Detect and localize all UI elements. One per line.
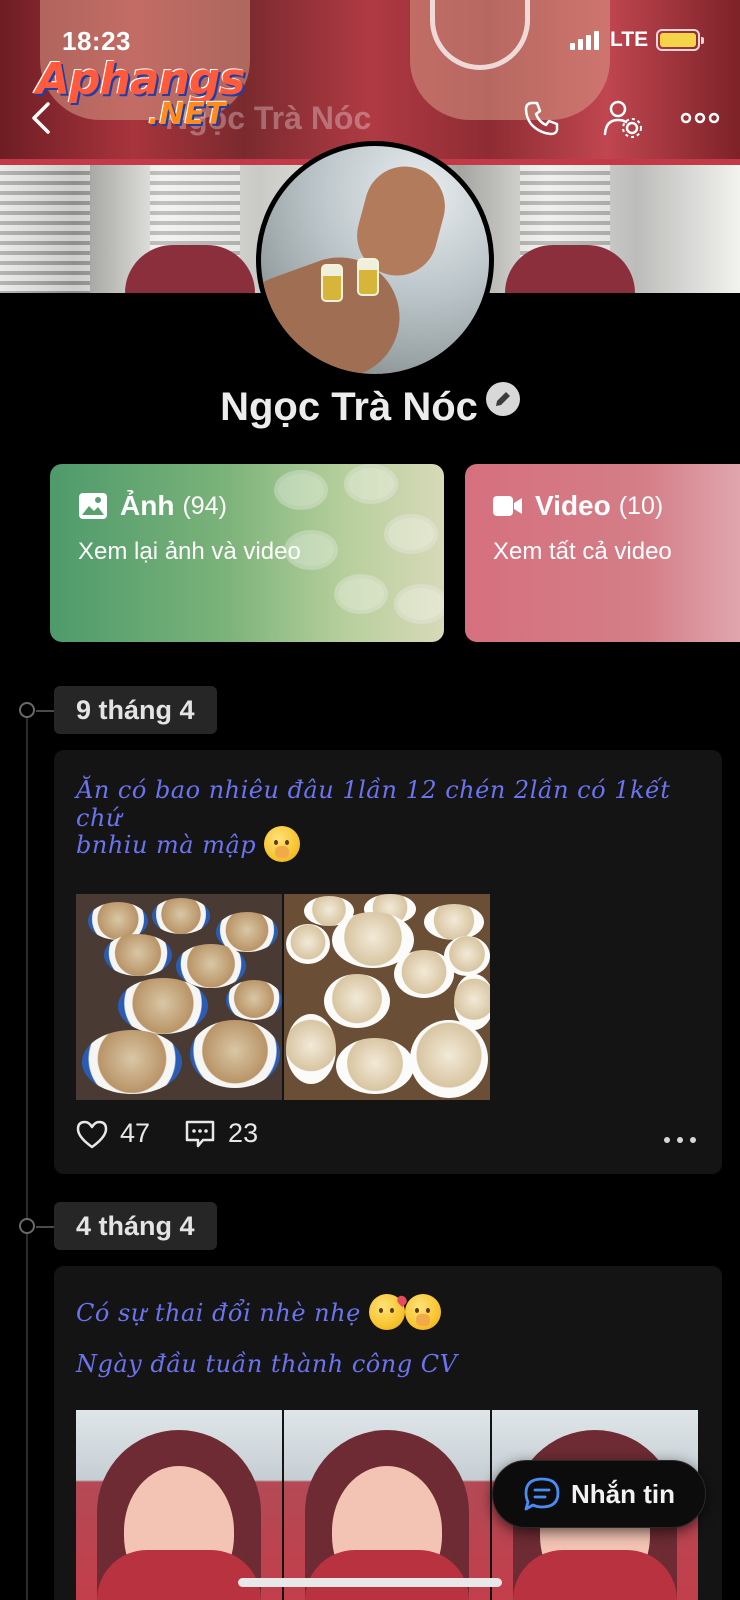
avatar-vial-shape (357, 258, 379, 296)
post-photo[interactable] (284, 1410, 490, 1600)
post-actions: 47 23 (76, 1118, 292, 1149)
post-text-line: Ăn có bao nhiêu đâu 1lần 12 chén 2lần có… (76, 776, 671, 832)
videos-card-count: (10) (618, 491, 664, 520)
timeline-dot (19, 702, 35, 718)
videos-card-header: Video (10) (493, 490, 663, 522)
post-text-line: bnhiu mà mập (76, 831, 257, 859)
video-camera-icon (493, 496, 522, 516)
window-blind (0, 165, 90, 293)
photos-card-subtitle: Xem lại ảnh và video (78, 538, 301, 565)
profile-settings-button[interactable] (602, 98, 642, 138)
comment-count: 23 (228, 1118, 259, 1148)
shirt-shape (512, 1550, 678, 1600)
back-button[interactable] (26, 96, 62, 140)
send-message-button[interactable]: Nhắn tin (492, 1460, 706, 1528)
timeline-line (26, 712, 28, 1600)
more-horizontal-icon (664, 1137, 696, 1143)
photos-card-header: Ảnh (94) (78, 490, 227, 522)
post-text-line: Ngày đầu tuần thành công CV (76, 1350, 458, 1378)
photos-card[interactable]: Ảnh (94) Xem lại ảnh và video (50, 464, 444, 642)
timeline-connector (36, 710, 54, 712)
call-button[interactable] (522, 98, 562, 138)
post-photo[interactable] (76, 894, 282, 1100)
like-count: 47 (120, 1118, 151, 1148)
avatar-vial-shape (321, 264, 343, 302)
comment-button[interactable]: 23 (184, 1118, 258, 1149)
photos-card-title: Ảnh (120, 490, 175, 521)
watermark-logo: Aphangs .NET (36, 54, 246, 130)
pencil-icon (495, 392, 510, 406)
profile-avatar[interactable] (256, 141, 494, 379)
image-icon (79, 493, 107, 519)
user-settings-icon (603, 100, 642, 138)
post-card[interactable]: Ăn có bao nhiêu đâu 1lần 12 chén 2lần có… (54, 750, 722, 1174)
post-text-line-with-emoji: Có sự thai đổi nhè nhẹ (76, 1294, 441, 1330)
videos-card-subtitle: Xem tất cả video (493, 538, 672, 565)
hand-over-mouth-emoji-icon (264, 826, 301, 862)
heart-icon (76, 1120, 108, 1148)
post-photo[interactable] (284, 894, 490, 1100)
videos-card[interactable]: Video (10) Xem tất cả video (465, 464, 740, 642)
photos-card-count: (94) (182, 491, 227, 520)
face-blowing-kiss-emoji-icon (368, 1294, 405, 1330)
shirt-shape (96, 1550, 262, 1600)
timeline-dot (19, 1218, 35, 1234)
post-date: 9 tháng 4 (54, 686, 217, 734)
post-text-line-with-emoji: bnhiu mà mập (76, 826, 301, 862)
post-date: 4 tháng 4 (54, 1202, 217, 1250)
send-message-label: Nhắn tin (571, 1478, 675, 1509)
profile-name-text: Ngọc Trà Nóc (220, 385, 478, 429)
battery-icon (656, 29, 704, 51)
chat-bubble-icon (524, 1477, 560, 1511)
post-photo[interactable] (76, 1410, 282, 1600)
network-type: LTE (610, 28, 649, 51)
more-horizontal-icon (680, 112, 720, 124)
phone-icon (524, 101, 559, 136)
edit-name-button[interactable] (485, 382, 520, 416)
profile-name: Ngọc Trà Nóc (0, 382, 740, 430)
hand-over-mouth-emoji-icon (404, 1294, 441, 1330)
chevron-left-icon (32, 102, 50, 134)
timeline-connector (36, 1226, 54, 1228)
like-button[interactable]: 47 (76, 1118, 150, 1149)
more-options-button[interactable] (680, 98, 720, 138)
watermark-line1: Aphangs (36, 54, 246, 105)
post-more-button[interactable] (662, 1130, 698, 1150)
videos-card-title: Video (535, 490, 611, 521)
comment-icon (185, 1120, 215, 1147)
signal-icon (570, 30, 599, 50)
post-card[interactable]: Có sự thai đổi nhè nhẹ Ngày đầu tuần thà… (54, 1266, 722, 1600)
status-time: 18:23 (62, 26, 131, 56)
post-text-line: Có sự thai đổi nhè nhẹ (76, 1299, 361, 1327)
home-indicator[interactable] (238, 1578, 502, 1587)
shirt-shape (304, 1550, 470, 1600)
